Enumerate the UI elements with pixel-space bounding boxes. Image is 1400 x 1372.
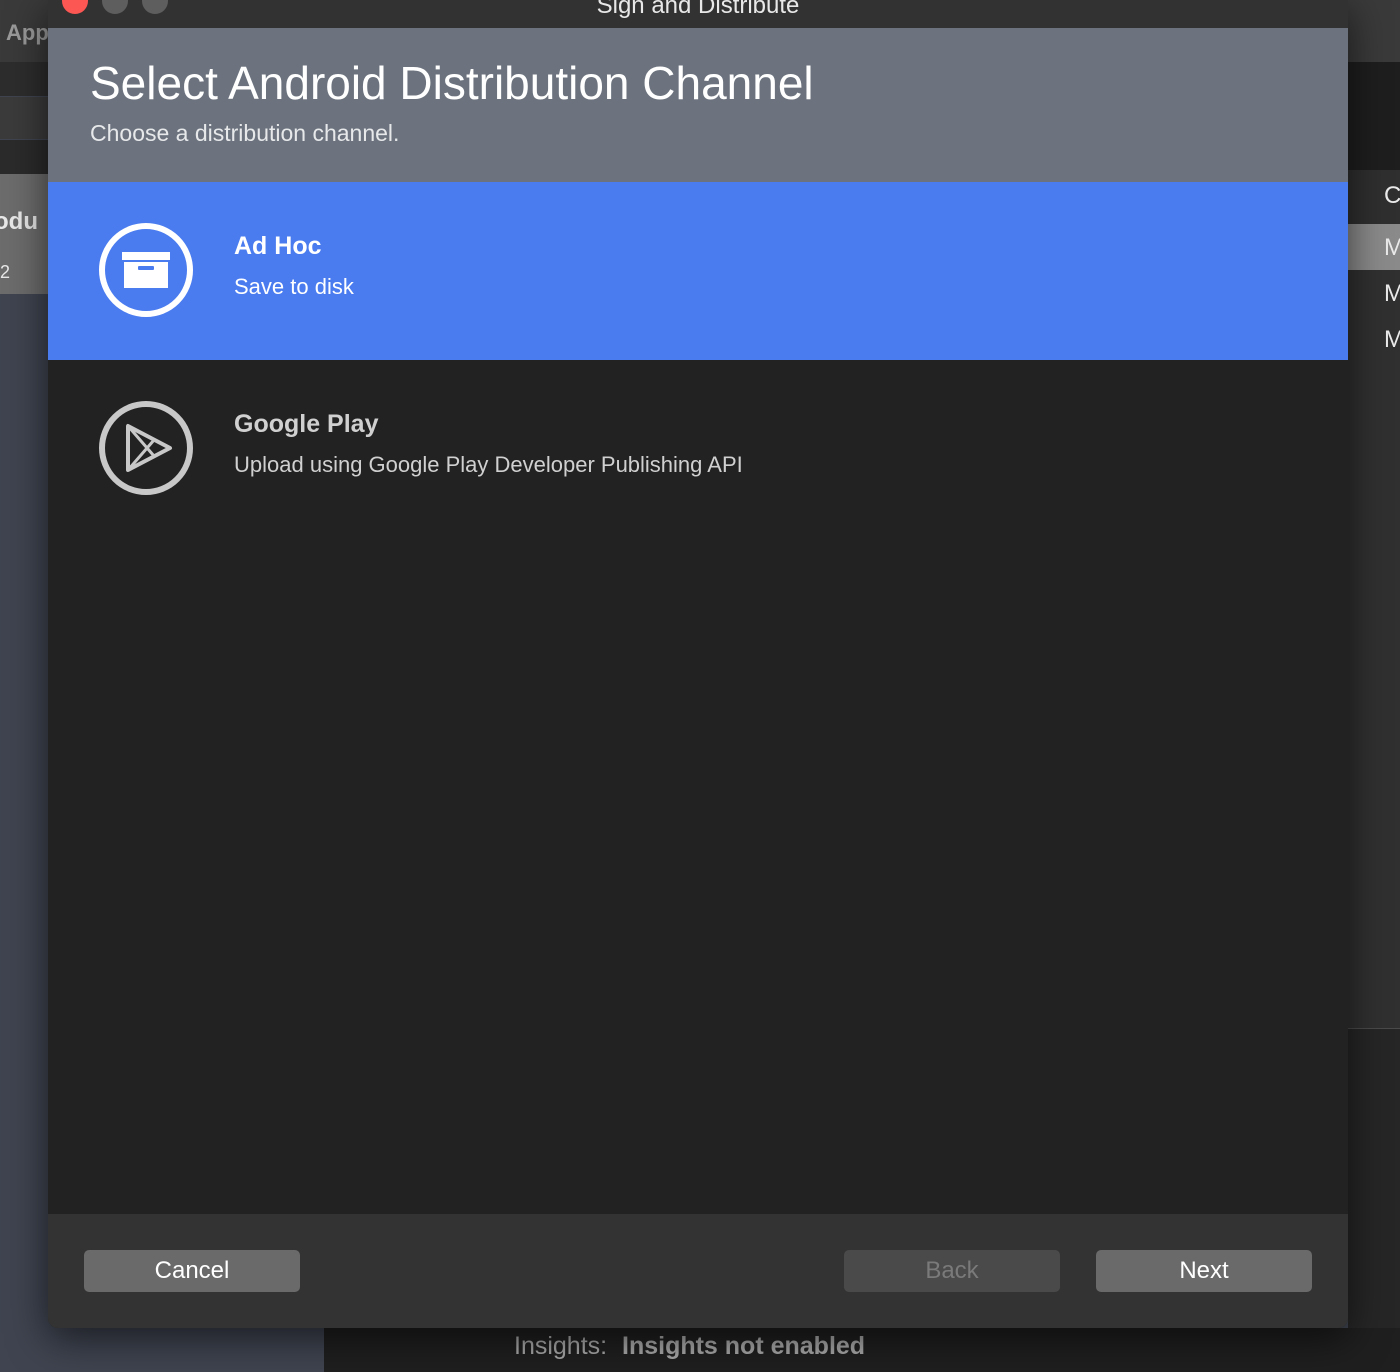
sign-and-distribute-dialog: Sign and Distribute Select Android Distr…	[48, 0, 1348, 1328]
background-left-fill	[0, 294, 48, 1372]
background-right-panel: C M M M	[1348, 0, 1400, 1372]
channel-description: Save to disk	[234, 274, 354, 299]
dialog-footer: Cancel Back Next	[48, 1214, 1348, 1328]
background-right-row-label[interactable]: M	[1384, 280, 1400, 308]
back-button[interactable]: Back	[844, 1250, 1060, 1292]
cancel-button[interactable]: Cancel	[84, 1250, 300, 1292]
background-right-row-selected[interactable]: M	[1348, 224, 1400, 270]
background-left-strip	[0, 62, 48, 96]
background-right-toolbar	[1348, 0, 1400, 62]
background-left-strip	[0, 140, 48, 174]
background-right-row-label: M	[1384, 234, 1400, 261]
dialog-title-bar[interactable]: Sign and Distribute	[48, 0, 1348, 28]
background-left-tab-label: App	[6, 20, 49, 45]
background-right-divider	[1348, 1028, 1400, 1050]
background-right-header-label: C	[1384, 182, 1400, 209]
channel-name: Ad Hoc	[234, 232, 322, 260]
channel-option-ad-hoc[interactable]: Ad Hoc Save to disk	[48, 182, 1348, 360]
next-button[interactable]: Next	[1096, 1250, 1312, 1292]
channel-option-google-play[interactable]: Google Play Upload using Google Play Dev…	[48, 360, 1348, 538]
play-store-icon	[98, 400, 194, 496]
page-subtitle: Choose a distribution channel.	[90, 120, 400, 146]
status-insights-value: Insights not enabled	[622, 1332, 866, 1360]
background-right-row-label[interactable]: M	[1384, 326, 1400, 354]
channel-name: Google Play	[234, 410, 379, 438]
archive-box-icon	[98, 222, 194, 318]
background-left-item-sub: 2	[0, 262, 11, 282]
background-right-strip	[1348, 62, 1400, 170]
background-right-list: M M	[1348, 270, 1400, 1028]
background-left-panel: App odu 2	[0, 0, 49, 1372]
background-left-selected-item[interactable]: odu 2	[0, 174, 48, 294]
channel-description: Upload using Google Play Developer Publi…	[234, 452, 743, 477]
background-right-header: C	[1348, 170, 1400, 224]
window-title: Sign and Distribute	[596, 0, 800, 19]
dialog-header: Select Android Distribution Channel Choo…	[48, 28, 1348, 182]
page-title: Select Android Distribution Channel	[90, 57, 814, 109]
background-status-bar: Insights: Insights not enabled	[324, 1328, 1400, 1372]
background-left-item-title: odu	[0, 208, 38, 235]
background-left-tab[interactable]: App	[0, 0, 49, 62]
background-left-strip	[0, 97, 48, 139]
status-insights-key: Insights:	[514, 1332, 608, 1360]
